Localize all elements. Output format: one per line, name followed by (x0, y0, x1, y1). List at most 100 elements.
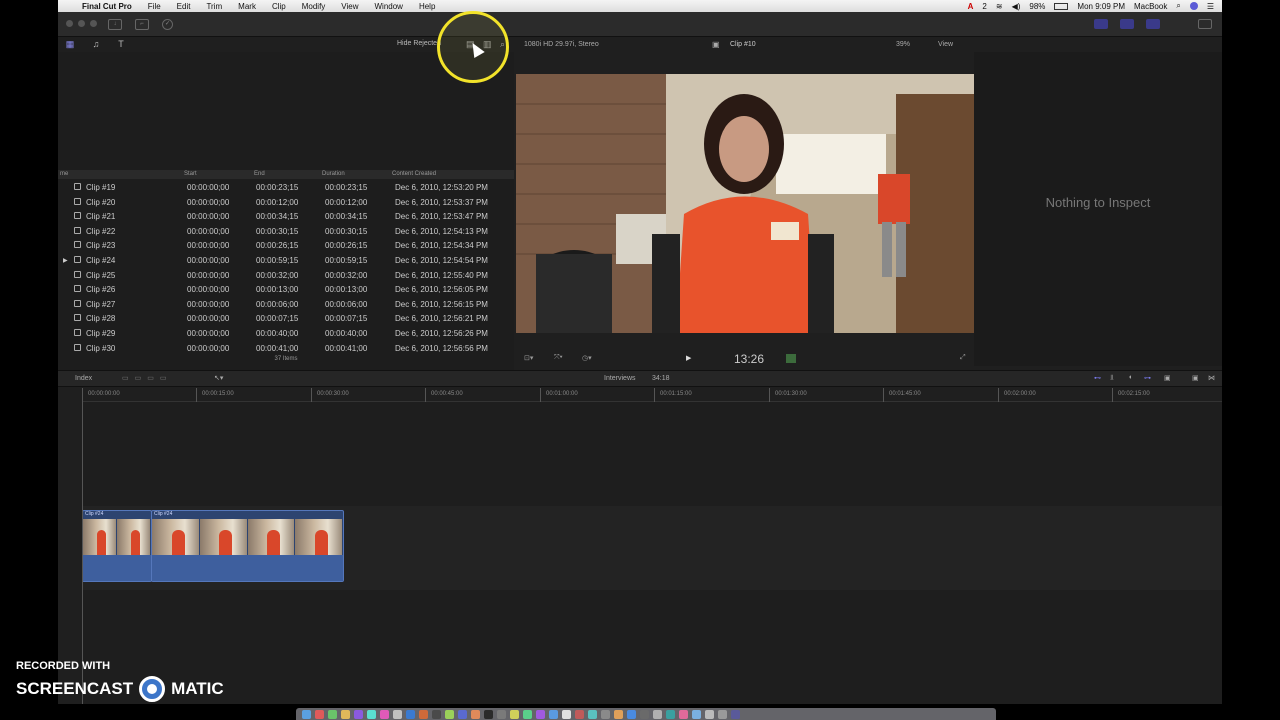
show-inspector-icon[interactable] (1146, 19, 1160, 29)
notification-icon[interactable]: ☰ (1207, 2, 1214, 11)
dock-app-icon[interactable] (588, 709, 597, 719)
battery-icon[interactable] (1054, 2, 1069, 10)
dock-app-icon[interactable] (406, 709, 415, 719)
dock-app-icon[interactable] (536, 709, 545, 719)
adobe-icon[interactable]: A (968, 2, 974, 11)
dock-app-icon[interactable] (653, 709, 662, 719)
transform-icon[interactable]: ⤧▾ (554, 354, 563, 362)
clip-appearance-timeline-icon[interactable]: ▣ (1164, 374, 1171, 382)
viewer-options-icon[interactable]: ⊡▾ (524, 354, 533, 362)
timeline-clip[interactable]: Clip #24 (82, 510, 152, 582)
dock-app-icon[interactable] (679, 709, 688, 719)
dock-app-icon[interactable] (445, 709, 454, 719)
user-name[interactable]: MacBook (1134, 2, 1167, 11)
share-icon[interactable] (1198, 19, 1212, 29)
dock-app-icon[interactable] (510, 709, 519, 719)
list-item[interactable]: Clip #26 00:00:00;00 00:00:13;00 00:00:13;0… (58, 283, 514, 298)
col-start[interactable]: Start (184, 171, 197, 177)
list-item[interactable]: Clip #21 00:00:00;00 00:00:34;15 00:00:34;1… (58, 210, 514, 225)
titles-generators-icon[interactable]: T (115, 39, 127, 50)
dock-app-icon[interactable] (692, 709, 701, 719)
dock-app-icon[interactable] (471, 709, 480, 719)
dock-app-icon[interactable] (523, 709, 532, 719)
dock-app-icon[interactable] (302, 709, 311, 719)
dock-app-icon[interactable] (601, 709, 610, 719)
dock-app-icon[interactable] (731, 709, 740, 719)
menu-help[interactable]: Help (411, 2, 443, 11)
timecode-display[interactable]: 13:26 (734, 352, 764, 366)
show-timeline-icon[interactable] (1120, 19, 1134, 29)
list-item[interactable]: Clip #25 00:00:00;00 00:00:32;00 00:00:32;0… (58, 269, 514, 284)
battery-percent[interactable]: 98% (1029, 2, 1045, 11)
skimming-icon[interactable]: ⫫ (1110, 374, 1114, 382)
zoom-popup[interactable]: 39% (896, 41, 910, 48)
play-icon[interactable]: ▶ (686, 354, 691, 362)
menu-modify[interactable]: Modify (294, 2, 334, 11)
filter-popup[interactable]: Hide Rejected (397, 40, 441, 47)
dock-app-icon[interactable] (367, 709, 376, 719)
timeline-area[interactable]: Clip #24 Clip #24 (82, 402, 1222, 704)
dock-app-icon[interactable] (627, 709, 636, 719)
volume-icon[interactable]: ◀) (1012, 2, 1021, 11)
col-duration[interactable]: Duration (322, 171, 345, 177)
dock-app-icon[interactable] (458, 709, 467, 719)
siri-icon[interactable] (1189, 2, 1198, 10)
dock-app-icon[interactable] (484, 709, 493, 719)
tool-select-icon[interactable]: ↖▾ (214, 374, 223, 382)
list-item[interactable]: Clip #28 00:00:00;00 00:00:07;15 00:00:07;1… (58, 312, 514, 327)
dock-app-icon[interactable] (640, 709, 649, 719)
dock-app-icon[interactable] (328, 709, 337, 719)
timeline-clip[interactable]: Clip #24 (151, 510, 344, 582)
dock-app-icon[interactable] (315, 709, 324, 719)
view-menu[interactable]: View (938, 41, 953, 48)
dock-app-icon[interactable] (380, 709, 389, 719)
menu-app-name[interactable]: Final Cut Pro (74, 2, 140, 11)
snapping-icon[interactable]: ⊷ (1094, 374, 1101, 382)
dock-app-icon[interactable] (549, 709, 558, 719)
wifi-icon[interactable]: ≋ (996, 2, 1003, 11)
dock-app-icon[interactable] (497, 709, 506, 719)
dock-app-icon[interactable] (354, 709, 363, 719)
list-item[interactable]: ▶ Clip #24 00:00:00;00 00:00:59;15 00:00:59;… (58, 254, 514, 269)
solo-icon[interactable]: ⊶ (1144, 374, 1151, 382)
dock-app-icon[interactable] (562, 709, 571, 719)
col-end[interactable]: End (254, 171, 265, 177)
transitions-browser-icon[interactable]: ⋈ (1208, 374, 1215, 382)
minimize-button[interactable] (78, 20, 85, 27)
import-icon[interactable]: ↓ (108, 19, 122, 30)
effects-browser-icon[interactable]: ▣ (1192, 374, 1199, 382)
list-item[interactable]: Clip #22 00:00:00;00 00:00:30;15 00:00:30;1… (58, 225, 514, 240)
photos-audio-icon[interactable]: ♫ (90, 39, 102, 50)
list-item[interactable]: Clip #27 00:00:00;00 00:00:06;00 00:00:06;0… (58, 298, 514, 313)
menu-view[interactable]: View (333, 2, 366, 11)
dock-app-icon[interactable] (705, 709, 714, 719)
zoom-button[interactable] (90, 20, 97, 27)
playhead[interactable] (82, 388, 83, 704)
fullscreen-icon[interactable]: ⤢ (960, 354, 966, 362)
libraries-icon[interactable]: ▦ (64, 39, 76, 50)
menu-file[interactable]: File (140, 2, 169, 11)
timeline-ruler[interactable]: 00:00:00:00 00:00:15:00 00:00:30:00 00:0… (82, 388, 1222, 402)
menu-trim[interactable]: Trim (198, 2, 230, 11)
dock-app-icon[interactable] (666, 709, 675, 719)
list-item[interactable]: Clip #20 00:00:00;00 00:00:12;00 00:00:12;0… (58, 196, 514, 211)
list-item[interactable]: Clip #19 00:00:00;00 00:00:23;15 00:00:23;1… (58, 181, 514, 196)
clock[interactable]: Mon 9:09 PM (1077, 2, 1125, 11)
dock-app-icon[interactable] (718, 709, 727, 719)
show-browser-icon[interactable] (1094, 19, 1108, 29)
dock-app-icon[interactable] (341, 709, 350, 719)
menu-edit[interactable]: Edit (169, 2, 199, 11)
dock-app-icon[interactable] (575, 709, 584, 719)
speed-icon[interactable]: ◷▾ (582, 354, 592, 362)
menu-mark[interactable]: Mark (230, 2, 264, 11)
background-tasks-icon[interactable]: ✓ (162, 19, 173, 30)
audio-skimming-icon[interactable]: ◖ (1128, 374, 1132, 381)
menu-clip[interactable]: Clip (264, 2, 294, 11)
dock-app-icon[interactable] (614, 709, 623, 719)
index-button[interactable]: Index (75, 375, 92, 382)
list-item[interactable]: Clip #29 00:00:00;00 00:00:40;00 00:00:40;0… (58, 327, 514, 342)
list-item[interactable]: Clip #23 00:00:00;00 00:00:26;15 00:00:26;1… (58, 239, 514, 254)
keyword-icon[interactable]: ⌐ (135, 19, 149, 30)
spotlight-icon[interactable]: ⌕ (1176, 1, 1180, 11)
col-content-created[interactable]: Content Created (392, 171, 436, 177)
